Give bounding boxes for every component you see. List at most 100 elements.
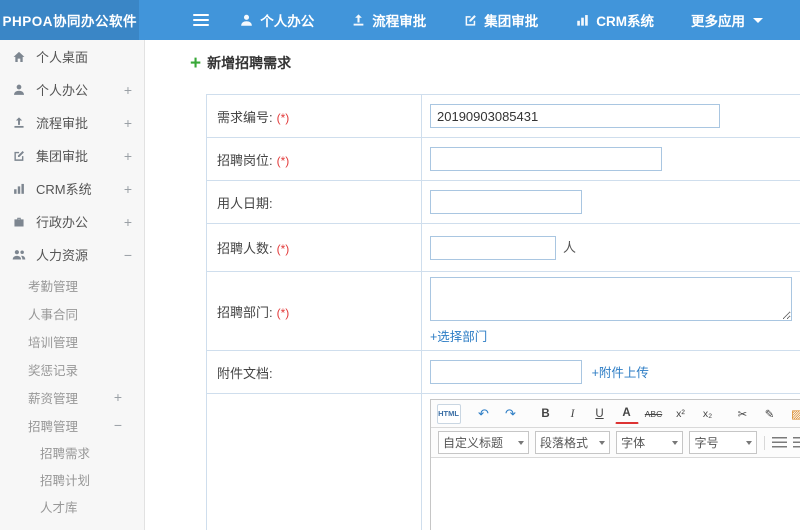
field-label: 招聘部门: [217,304,273,320]
sidebar-item-group-approval[interactable]: 集团审批 + [0,139,144,172]
sidebar-subitem-salary[interactable]: 薪资管理 + [0,383,144,411]
headcount-unit: 人 [563,240,577,255]
sidebar-subitem-label: 人事合同 [28,307,79,322]
redo-button[interactable]: ↷ [499,404,523,424]
expand-plus-icon[interactable]: + [124,182,132,196]
sidebar-subitem-recruit-demand[interactable]: 招聘需求 [0,439,144,466]
workflow-icon [351,13,366,28]
sidebar-subitem-training[interactable]: 培训管理 [0,327,144,355]
topnav-more-apps[interactable]: 更多应用 [691,10,763,30]
menu-toggle-icon[interactable] [193,11,210,29]
sidebar-item-crm-system[interactable]: CRM系统 + [0,172,144,205]
field-label: 附件文档: [217,365,273,381]
caret-down-icon [672,440,679,445]
editor-content-area[interactable] [431,458,800,530]
topnav-group-approval[interactable]: 集团审批 [463,10,538,30]
sidebar-item-workflow-approval[interactable]: 流程审批 + [0,106,144,139]
form-row-requirement: 岗位要求:(*) HTML ↶ ↷ B I U A [206,393,800,530]
department-textarea[interactable] [430,277,792,321]
html-source-button[interactable]: HTML [436,403,461,424]
topnav-crm-system[interactable]: CRM系统 [575,10,654,30]
headcount-input[interactable] [430,235,556,260]
person-icon [12,83,27,97]
upload-attachment-link[interactable]: +附件上传 [592,366,649,380]
sidebar-subitem-label: 招聘计划 [40,474,91,488]
select-department-link[interactable]: +选择部门 [430,330,487,344]
collapse-minus-icon[interactable]: − [114,418,122,432]
app-window: PHPOA协同办公软件 个人办公 流程审批 集团审批 CRM系统 更多应用 个人… [0,0,800,530]
bold-button[interactable]: B [534,404,558,424]
position-input[interactable] [430,147,662,171]
toolbar-separator [763,435,765,450]
briefcase-icon [12,215,27,229]
sidebar-item-human-resources[interactable]: 人力资源 − [0,238,144,271]
sidebar-subitem-label: 奖惩记录 [28,363,79,378]
editor-toolbar-row1: HTML ↶ ↷ B I U A ABC x² x₂ ✂ ✎ [431,400,800,428]
font-family-select[interactable]: 字体 [616,431,684,454]
required-mark: (*) [276,153,290,168]
paragraph-format-select[interactable]: 段落格式 [534,431,611,454]
expand-plus-icon[interactable]: + [124,149,132,163]
sidebar-item-personal-desktop[interactable]: 个人桌面 [0,40,144,73]
sidebar-item-label: 流程审批 [36,116,89,131]
sidebar-subitem-attendance[interactable]: 考勤管理 [0,271,144,299]
align-center-button[interactable] [792,437,800,448]
expand-plus-icon[interactable]: + [114,390,122,404]
underline-button[interactable]: U [588,404,612,424]
heading-select[interactable]: 自定义标题 [438,431,529,454]
expand-plus-icon[interactable]: + [124,116,132,130]
people-icon [12,248,27,262]
sidebar-subitem-recruitment[interactable]: 招聘管理 − [0,411,144,439]
superscript-button[interactable]: x² [669,404,693,424]
format-brush-button[interactable]: ✎ [758,404,782,424]
topnav-label: 更多应用 [691,14,745,29]
collapse-minus-icon[interactable]: − [124,248,132,262]
sidebar-item-personal-office[interactable]: 个人办公 + [0,73,144,106]
expand-plus-icon[interactable]: + [124,215,132,229]
sidebar-item-admin-office[interactable]: 行政办公 + [0,205,144,238]
sidebar-item-label: 行政办公 [36,215,89,230]
subscript-button[interactable]: x₂ [696,404,720,424]
sidebar-subitem-hr-contracts[interactable]: 人事合同 [0,299,144,327]
field-label: 招聘岗位: [217,152,273,168]
topnav-label: 集团审批 [484,14,539,29]
hire-date-input[interactable] [430,190,582,214]
req-no-input[interactable] [430,104,720,128]
sidebar-subitem-rewards[interactable]: 奖惩记录 [0,355,144,383]
strikethrough-button[interactable]: ABC [642,404,666,424]
edit-square-icon [12,149,27,163]
topnav-label: 流程审批 [372,14,427,29]
sidebar-subitem-label: 培训管理 [28,335,79,350]
align-left-button[interactable] [771,437,787,448]
editor-toolbar-row2: 自定义标题 段落格式 字体 字号 [431,428,800,458]
required-mark: (*) [276,305,290,320]
eraser-button[interactable]: ✂ [731,404,755,424]
rich-text-editor: HTML ↶ ↷ B I U A ABC x² x₂ ✂ ✎ 自定义标题 段落格… [430,399,800,530]
form-row-position: 招聘岗位: (*) [206,137,800,181]
sidebar-subitem-label: 招聘管理 [28,419,79,434]
sidebar-subitem-talent-pool[interactable]: 人才库 [0,493,144,520]
topnav-workflow-approval[interactable]: 流程审批 [351,10,426,30]
bar-chart-icon [12,182,27,196]
font-color-button[interactable]: A [614,403,639,424]
sidebar-item-label: CRM系统 [36,182,92,197]
main-content: + 新增招聘需求 需求编号:(*) 招聘岗位:(*) [146,40,800,530]
topnav-personal-office[interactable]: 个人办公 [239,10,314,30]
undo-button[interactable]: ↶ [472,404,496,424]
expand-plus-icon[interactable]: + [124,83,132,97]
caret-down-icon [745,440,752,445]
sidebar-subitem-label: 人才库 [40,501,78,515]
app-logo: PHPOA协同办公软件 [0,0,140,40]
sidebar-subitem-label: 招聘需求 [40,447,91,461]
home-icon [12,50,27,64]
sidebar-subitem-recruit-plan[interactable]: 招聘计划 [0,466,144,493]
form-row-department: 招聘部门: (*) +选择部门 [206,271,800,351]
edit-square-icon [463,13,478,28]
caret-down-icon [753,17,763,23]
form-row-req-no: 需求编号: (*) [206,94,800,138]
italic-button[interactable]: I [561,404,585,424]
sidebar: 个人桌面 个人办公 + 流程审批 + 集团审批 + CRM系统 + 行政办公 + [0,40,145,530]
attachment-input[interactable] [430,360,582,384]
highlight-color-button[interactable]: ▨ [785,404,800,424]
font-size-select[interactable]: 字号 [689,431,757,454]
